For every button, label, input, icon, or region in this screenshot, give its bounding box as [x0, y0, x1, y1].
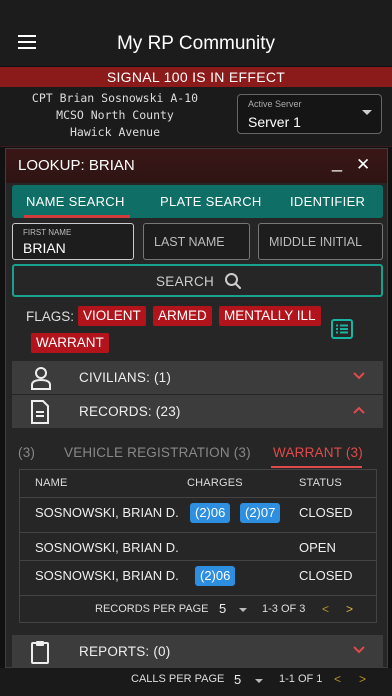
- previous-page-icon[interactable]: <: [322, 602, 329, 616]
- records-section[interactable]: RECORDS: (23): [12, 395, 383, 428]
- app-title: My RP Community: [116, 33, 275, 54]
- records-per-page-select[interactable]: 5: [219, 601, 226, 616]
- officer-name: CPT Brian Sosnowski A-10: [31, 91, 199, 105]
- row-name: SOSNOWSKI, BRIAN D.: [35, 540, 179, 555]
- close-icon[interactable]: ✕: [356, 155, 370, 175]
- records-per-page-label: RECORDS PER PAGE: [95, 603, 209, 615]
- middle-initial-placeholder: MIDDLE INITIAL: [269, 235, 363, 249]
- active-tab-indicator: [24, 215, 130, 218]
- column-header-charges: CHARGES: [187, 477, 243, 489]
- chevron-down-icon: [353, 372, 365, 380]
- records-tab-partial[interactable]: (3): [18, 445, 35, 460]
- reports-section[interactable]: REPORTS: (0): [12, 635, 383, 668]
- warrant-table: NAME CHARGES STATUS SOSNOWSKI, BRIAN D. …: [19, 469, 377, 623]
- modal-header: LOOKUP: BRIAN _ ✕: [6, 149, 387, 183]
- tab-identifier[interactable]: IDENTIFIER: [290, 194, 365, 209]
- officer-info: CPT Brian Sosnowski A-10 MCSO North Coun…: [10, 90, 220, 141]
- previous-page-icon[interactable]: <: [334, 672, 341, 686]
- column-header-status: STATUS: [299, 477, 342, 489]
- dropdown-arrow-icon: [239, 608, 247, 612]
- column-header-name: NAME: [35, 477, 68, 489]
- row-status: OPEN: [299, 540, 336, 555]
- charge-chip[interactable]: (2)07: [240, 503, 281, 523]
- lookup-modal: LOOKUP: BRIAN _ ✕ NAME SEARCH PLATE SEAR…: [5, 148, 388, 668]
- reports-title: REPORTS: (0): [79, 644, 171, 659]
- records-pager: RECORDS PER PAGE 5 1-3 OF 3 < >: [20, 595, 376, 623]
- calls-pager: CALLS PER PAGE 5 1-1 OF 1 < >: [0, 668, 392, 696]
- search-icon: [225, 273, 242, 290]
- chevron-up-icon: [353, 406, 365, 414]
- civilians-section[interactable]: CIVILIANS: (1): [12, 361, 383, 394]
- search-button-label: SEARCH: [156, 274, 215, 289]
- table-row[interactable]: SOSNOWSKI, BRIAN D. (2)06 (2)07 CLOSED: [20, 497, 376, 528]
- tab-name-search[interactable]: NAME SEARCH: [26, 194, 125, 209]
- next-page-icon[interactable]: >: [359, 672, 366, 686]
- table-row[interactable]: SOSNOWSKI, BRIAN D. (2)06 CLOSED: [20, 560, 376, 591]
- next-page-icon[interactable]: >: [346, 602, 353, 616]
- search-tabs: NAME SEARCH PLATE SEARCH IDENTIFIER: [12, 185, 383, 218]
- table-row[interactable]: SOSNOWSKI, BRIAN D. OPEN: [20, 532, 376, 563]
- dropdown-arrow-icon: [255, 679, 263, 683]
- active-server-label: Active Server: [248, 99, 302, 109]
- signal-banner: SIGNAL 100 IS IN EFFECT: [0, 67, 392, 87]
- officer-location: Hawick Avenue: [69, 125, 160, 139]
- active-server-value: Server 1: [248, 114, 301, 130]
- officer-panel: CPT Brian Sosnowski A-10 MCSO North Coun…: [0, 87, 392, 147]
- list-icon[interactable]: [331, 319, 353, 339]
- civilians-title: CIVILIANS: (1): [79, 370, 172, 385]
- chevron-down-icon: [353, 646, 365, 654]
- active-server-select[interactable]: Active Server Server 1: [237, 94, 382, 134]
- row-name: SOSNOWSKI, BRIAN D.: [35, 568, 179, 583]
- row-status: CLOSED: [299, 568, 353, 583]
- flags-label: FLAGS:: [26, 309, 75, 324]
- person-icon: [31, 367, 51, 390]
- first-name-field[interactable]: FIRST NAME BRIAN: [12, 223, 134, 260]
- flag-armed: ARMED: [153, 306, 212, 326]
- middle-initial-field[interactable]: MIDDLE INITIAL: [258, 223, 383, 260]
- flag-mentally-ill: MENTALLY ILL: [219, 306, 321, 326]
- row-status: CLOSED: [299, 505, 353, 520]
- modal-title: LOOKUP: BRIAN: [18, 157, 135, 174]
- first-name-value: BRIAN: [23, 240, 66, 256]
- charge-chip[interactable]: (2)06: [195, 566, 236, 586]
- dropdown-arrow-icon: [362, 110, 372, 115]
- records-range: 1-3 OF 3: [262, 603, 306, 615]
- document-icon: [31, 400, 49, 424]
- calls-per-page-select[interactable]: 5: [234, 672, 241, 687]
- app-bar: My RP Community: [0, 0, 392, 66]
- minimize-icon[interactable]: _: [332, 152, 342, 173]
- last-name-field[interactable]: LAST NAME: [143, 223, 250, 260]
- clipboard-icon: [31, 641, 49, 664]
- row-name: SOSNOWSKI, BRIAN D.: [35, 505, 179, 520]
- last-name-placeholder: LAST NAME: [154, 235, 225, 249]
- search-button[interactable]: SEARCH: [12, 264, 383, 297]
- calls-per-page-label: CALLS PER PAGE: [131, 673, 225, 685]
- officer-department: MCSO North County: [56, 108, 174, 122]
- flag-violent: VIOLENT: [78, 306, 146, 326]
- records-title: RECORDS: (23): [79, 404, 181, 419]
- calls-range: 1-1 OF 1: [279, 673, 323, 685]
- records-tab-vehicle-registration[interactable]: VEHICLE REGISTRATION (3): [64, 445, 251, 460]
- charge-chip[interactable]: (2)06: [190, 503, 231, 523]
- records-tab-indicator: [271, 466, 362, 468]
- flag-warrant: WARRANT: [31, 333, 109, 353]
- records-tab-warrant[interactable]: WARRANT (3): [273, 445, 363, 460]
- first-name-label: FIRST NAME: [23, 228, 72, 237]
- tab-plate-search[interactable]: PLATE SEARCH: [160, 194, 262, 209]
